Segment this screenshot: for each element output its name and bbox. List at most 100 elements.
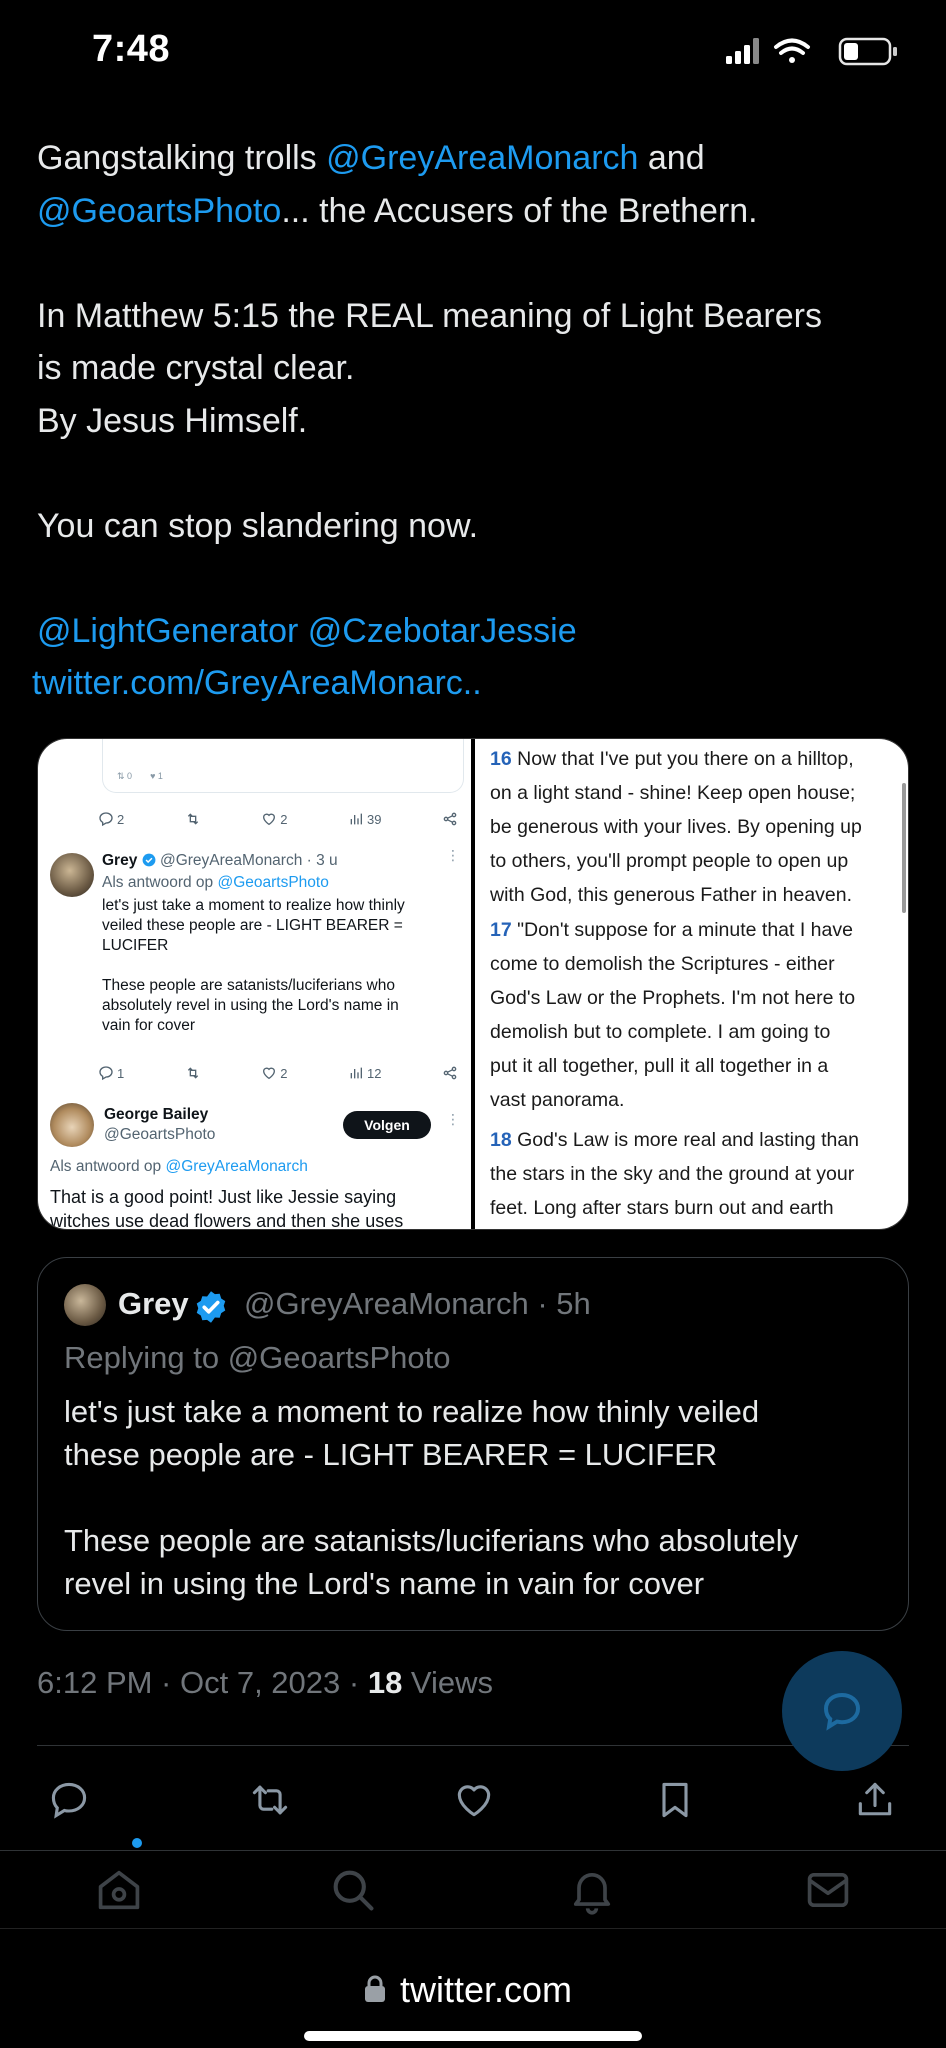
mention-lightgenerator[interactable]: @LightGenerator	[37, 612, 298, 650]
mini-text-line: These people are satanists/luciferians w…	[102, 977, 395, 994]
mini-reply-mention[interactable]: @GeoartsPhoto	[217, 874, 328, 891]
tweet-text-line: In Matthew 5:15 the REAL meaning of Ligh…	[37, 296, 822, 335]
mini-tweet-name: George Bailey	[104, 1106, 209, 1123]
like-button[interactable]	[452, 1778, 496, 1822]
mini-reply-mention[interactable]: @GreyAreaMonarch	[165, 1158, 307, 1175]
avatar[interactable]	[64, 1284, 106, 1326]
tweet-text-segment: Gangstalking trolls	[37, 139, 327, 177]
bible-verse: 16 Now that I've put you there on a hill…	[490, 742, 895, 912]
browser-url-text[interactable]: twitter.com	[400, 1969, 572, 2011]
verse-line: "Don't suppose for a minute that I have	[517, 919, 853, 941]
mini-text-line: let's just take a moment to realize how …	[102, 897, 405, 914]
mini-tweet-handle: @GeoartsPhoto	[104, 1126, 216, 1143]
verse-line: God's Law is more real and lasting than	[517, 1129, 860, 1151]
tab-home[interactable]	[89, 1850, 149, 1930]
verse-line: the stars in the sky and the ground at y…	[490, 1163, 855, 1185]
verified-badge-icon	[196, 1291, 226, 1323]
views-icon	[350, 1067, 363, 1079]
mini-text-line: That is a good point! Just like Jessie s…	[50, 1187, 397, 1207]
avatar[interactable]	[50, 1103, 94, 1147]
compose-reply-button[interactable]	[782, 1651, 902, 1771]
views-count: 18	[367, 1665, 403, 1700]
media-image-right[interactable]: 16 Now that I've put you there on a hill…	[475, 739, 908, 1229]
mini-reply: 2	[98, 811, 124, 827]
verse-line: feet. Long after stars burn out and eart…	[490, 1197, 834, 1219]
mini-views-count: 39	[367, 811, 382, 827]
avatar[interactable]	[50, 853, 94, 897]
follow-button[interactable]: Volgen	[343, 1111, 431, 1139]
views-label: Views	[402, 1665, 494, 1700]
lock-icon	[365, 1975, 385, 2002]
bookmark-button[interactable]	[653, 1778, 697, 1822]
quote-text: let's just take a moment to realize how …	[64, 1390, 894, 1605]
mini-text-line: LUCIFER	[102, 937, 169, 954]
like-icon	[457, 1785, 491, 1817]
tab-search[interactable]	[323, 1850, 383, 1930]
mini-retweet	[185, 1065, 201, 1081]
mention-czebotarjessie[interactable]: @CzebotarJessie	[308, 612, 577, 650]
retweet-button[interactable]	[248, 1778, 292, 1822]
quote-author-handle: @GreyAreaMonarch · 5h	[244, 1286, 591, 1321]
battery-icon	[838, 37, 897, 66]
verse-number: 17	[490, 919, 512, 941]
verse-line: Now that I've put you there on a hilltop…	[517, 748, 854, 770]
verse-line: demolish but to complete. I am going to	[490, 1021, 831, 1043]
quote-text-line: revel in using the Lord's name in vain f…	[64, 1566, 705, 1601]
wifi-icon	[774, 38, 810, 63]
tab-notifications[interactable]	[562, 1850, 622, 1930]
mini-reply-count: 2	[117, 811, 125, 827]
scrollbar	[902, 783, 906, 913]
quote-author-name[interactable]: Grey	[118, 1286, 189, 1322]
bookmark-icon	[662, 1782, 688, 1818]
reply-icon	[823, 1692, 861, 1731]
quote-text-line: These people are satanists/luciferians w…	[64, 1523, 799, 1558]
media-image-left[interactable]: ⇅ 0 ♥ 1 2 2 39 Grey @GreyAreaMonarch · 3…	[38, 739, 471, 1229]
quoted-tweet[interactable]: Grey @GreyAreaMonarch · 5h Replying to @…	[37, 1257, 909, 1631]
mini-tweet-handle: @GreyAreaMonarch · 3 u	[159, 852, 338, 869]
mention-greyareamonarch[interactable]: @GreyAreaMonarch	[326, 139, 638, 177]
mini-reply-prefix: Als antwoord op	[50, 1158, 166, 1175]
tweet-timestamp: 6:12 PM · Oct 7, 2023 ·	[37, 1665, 368, 1700]
home-indicator	[304, 2031, 642, 2041]
mention-geoartsphoto[interactable]: @GeoartsPhoto	[37, 192, 281, 230]
mini-reply-prefix: Als antwoord op	[102, 874, 218, 891]
embedded-like-count: 1	[157, 771, 163, 781]
tab-messages[interactable]	[798, 1850, 858, 1930]
mini-tweet-header: Grey @GreyAreaMonarch · 3 u	[102, 851, 338, 871]
tweet-media[interactable]: ⇅ 0 ♥ 1 2 2 39 Grey @GreyAreaMonarch · 3…	[37, 738, 909, 1230]
verse-line: God's Law or the Prophets. I'm not here …	[490, 987, 856, 1009]
status-time: 7:48	[92, 28, 171, 70]
verse-line: come to demolish the Scriptures - either	[490, 953, 835, 975]
retweet-icon	[187, 813, 198, 825]
mini-tweet-body: let's just take a moment to realize how …	[102, 896, 462, 1036]
embedded-card: ⇅ 0 ♥ 1	[102, 739, 464, 793]
mini-action-row: 1 2 12	[98, 1065, 458, 1081]
tweet-meta: 6:12 PM · Oct 7, 2023 · 18 Views	[37, 1665, 493, 1701]
quote-replying-to: Replying to @GeoartsPhoto	[64, 1340, 451, 1375]
mini-tweet-body: That is a good point! Just like Jessie s…	[50, 1185, 403, 1229]
retweet-icon	[187, 1067, 198, 1079]
mini-reply: 1	[98, 1065, 124, 1081]
more-icon[interactable]: ⋮	[446, 847, 460, 864]
share-icon	[443, 812, 457, 826]
reply-button[interactable]	[47, 1778, 91, 1822]
notifications-icon	[573, 1873, 611, 1915]
share-icon	[443, 1066, 457, 1080]
divider	[37, 1745, 909, 1746]
tweet-url-link[interactable]: twitter.com/GreyAreaMonarc..	[32, 664, 482, 702]
more-icon[interactable]: ⋮	[446, 1111, 460, 1128]
tweet-text-line: You can stop slandering now.	[37, 506, 479, 545]
reply-icon	[99, 1066, 113, 1081]
browser-url-bar[interactable]: twitter.com	[0, 1929, 946, 2048]
verse-line: vast panorama.	[490, 1089, 625, 1111]
share-button[interactable]	[853, 1778, 897, 1822]
verse-line: to others, you'll prompt people to open …	[490, 850, 849, 872]
embedded-retweet-count: 0	[127, 771, 133, 781]
mini-like-count: 2	[280, 1065, 288, 1081]
like-icon	[263, 1067, 276, 1080]
mini-views: 12	[348, 1065, 381, 1081]
tweet-text-line: is made crystal clear.	[37, 349, 355, 387]
embedded-card-counts: ⇅ 0 ♥ 1	[117, 771, 163, 781]
home-icon	[98, 1870, 140, 1910]
share-icon	[858, 1782, 892, 1816]
